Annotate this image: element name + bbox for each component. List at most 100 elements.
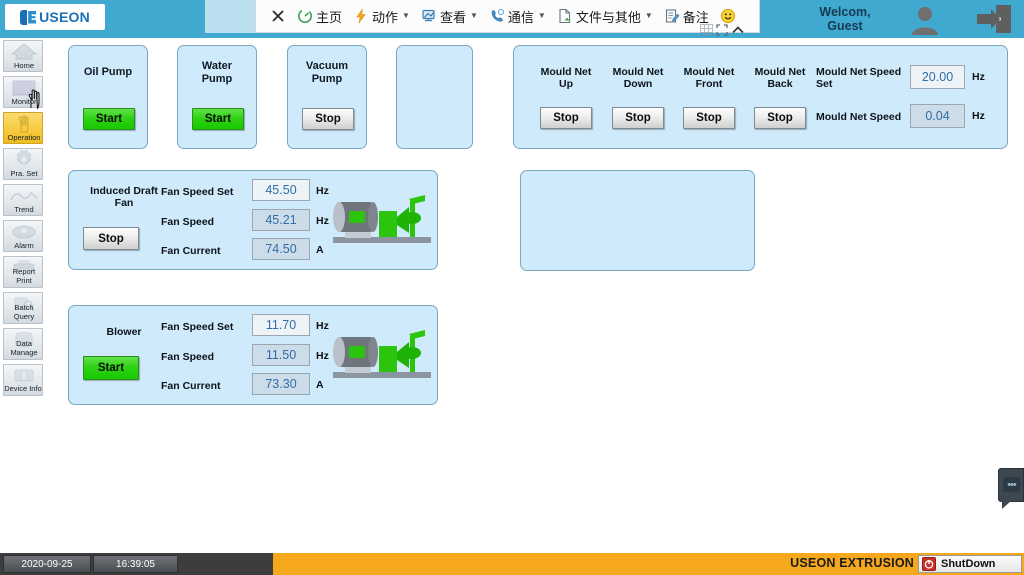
vacuum-pump-stop-button[interactable]: Stop [302,108,354,130]
sidebar-item-label-text: Device Info. [4,383,43,393]
sidebar-item-alarm[interactable]: Alarm [3,220,43,252]
mould-net-front-label: Mould Net Front [675,66,743,90]
label-line-2: Front [695,78,723,90]
ribbon-item-action[interactable]: 动作 ▼ [349,3,414,29]
blower-speed-unit: Hz [316,350,329,362]
hand-pointer-icon [4,114,42,133]
welcome-line-2: Guest [827,19,863,33]
label-line-2: Back [767,78,793,90]
label-line-1: Mould Net [540,66,592,78]
sidebar-item-trend[interactable]: Trend [3,184,43,216]
sidebar-item-device-info[interactable]: Device Info. [3,364,43,396]
sidebar-item-label: Monitor [11,97,37,106]
blower-start-button[interactable]: Start [83,356,139,380]
panel-empty-mid [520,170,755,271]
sidebar-item-operation[interactable]: Operation [3,112,43,144]
blower-speed-set-value[interactable]: 11.70 [252,314,310,336]
device-info-icon [4,366,42,385]
sidebar-item-label: Report Print [4,267,42,286]
shutdown-button[interactable]: ShutDown [918,555,1022,573]
idf-speed-set-value[interactable]: 45.50 [252,179,310,201]
note-pencil-icon [665,9,680,23]
ribbon-label: 通信 [507,9,534,25]
grid-icon[interactable] [700,24,713,36]
power-icon [922,557,936,571]
panel-vacuum-pump: Vacuum Pump Stop [287,45,367,149]
ribbon-label: 文件与其他 [575,9,641,25]
lightning-icon [356,8,366,24]
sidebar-item-label: Device Info. [4,383,43,395]
mould-net-front-stop-button[interactable]: Stop [683,107,735,129]
pump-title: Oil Pump [83,66,133,78]
gear-icon [4,150,42,169]
idf-speed-value: 45.21 [252,209,310,231]
mould-net-back-stop-button[interactable]: Stop [754,107,806,129]
sidebar-item-label: Alarm [14,241,34,250]
ribbon-item-view[interactable]: 查看 ▼ [417,3,482,29]
blower-speed-set-unit: Hz [316,320,329,332]
mould-net-back-label: Mould Net Back [746,66,814,90]
resize-diagonal-icon[interactable] [716,24,728,36]
induced-draft-fan-stop-button[interactable]: Stop [83,227,139,250]
panel-water-pump: Water Pump Start [177,45,257,149]
sidebar-item-label: Operation [7,133,41,142]
status-brand: USEON EXTRUSION [790,556,914,570]
ribbon-label: 动作 [372,9,399,25]
drawer-handle-icon: ••• [1003,477,1020,492]
panel-oil-pump: Oil Pump Start [68,45,148,149]
blower-speed-set-label: Fan Speed Set [161,321,234,333]
sidebar-item-label-text: Report Print [12,267,36,285]
titlebar-spacer [205,0,255,33]
induced-draft-fan-name: Induced Draft Fan [79,185,169,209]
sidebar-item-label: Batch Query [4,303,42,322]
ribbon-label: 查看 [439,9,466,25]
chevron-down-icon: ▼ [402,11,410,20]
monitor-icon [4,78,42,97]
sidebar-item-home[interactable]: Home [3,40,43,72]
home-circle-icon [298,9,312,23]
label-line-2: Set [816,78,833,90]
idf-current-label: Fan Current [161,245,221,257]
chevron-up-icon[interactable] [731,24,745,36]
sidebar-item-batch-query[interactable]: Batch Query [3,292,43,324]
ribbon-close-button[interactable] [266,3,290,29]
label-line-1: Mould Net [612,66,664,78]
idf-speed-unit: Hz [316,215,329,227]
label-line-2: Down [623,78,653,90]
idf-speed-set-unit: Hz [316,185,329,197]
user-avatar-icon[interactable] [905,4,945,36]
ribbon-item-home[interactable]: 主页 [293,3,346,29]
mould-net-speed-unit: Hz [972,110,985,122]
mould-net-up-stop-button[interactable]: Stop [540,107,592,129]
hmi-screen: USEON 主页 动作 ▼ 查看 ▼ 通信 ▼ 文件与其他 ▼ 备注 Welco… [0,0,1024,575]
sidebar-item-report-print[interactable]: Report Print [3,256,43,288]
sidebar-item-pra-set[interactable]: Pra. Set [3,148,43,180]
sidebar-item-label-text: Batch Query [13,303,35,321]
mould-net-speed-value: 0.04 [910,104,965,128]
water-pump-start-button[interactable]: Start [192,108,244,130]
mould-net-down-stop-button[interactable]: Stop [612,107,664,129]
logout-exit-icon[interactable] [972,2,1016,36]
chevron-down-icon: ▼ [644,11,653,20]
oil-pump-start-button[interactable]: Start [83,108,135,130]
name-line-1: Induced Draft [90,185,158,197]
panel-empty-top [396,45,473,149]
ribbon-item-file-other[interactable]: 文件与其他 ▼ [553,3,657,29]
mould-net-speed-set-label: Mould Net Speed Set [816,66,916,90]
view-monitor-icon [422,9,435,22]
blower-current-label: Fan Current [161,380,221,392]
pump-title-line-2: Pump [201,73,233,85]
ribbon-item-communication[interactable]: 通信 ▼ [485,3,550,29]
mould-net-speed-set-value[interactable]: 20.00 [910,65,965,89]
sidebar-item-monitor[interactable]: Monitor [3,76,43,108]
status-date: 2020-09-25 [3,555,91,573]
fan-motor-icon [333,195,431,243]
blower-speed-label: Fan Speed [161,351,215,363]
pump-title-line-1: Water [201,60,233,72]
file-doc-icon [559,8,570,24]
left-navigation: Home Monitor Operation Pra. Set Trend Al… [0,38,46,546]
idf-current-unit: A [316,244,324,256]
label-line-2: Up [559,78,573,90]
sidebar-item-data-manage[interactable]: Data Manage [3,328,43,360]
right-drawer-handle[interactable]: ••• [998,468,1024,509]
